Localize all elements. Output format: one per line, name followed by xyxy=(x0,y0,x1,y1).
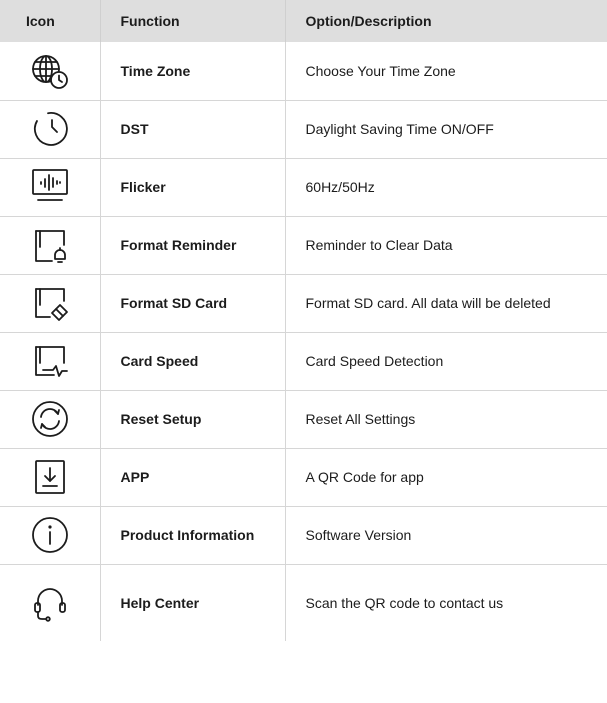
description-text: 60Hz/50Hz xyxy=(285,158,607,217)
description-text: Reset All Settings xyxy=(285,390,607,449)
sd-card-eraser-icon xyxy=(34,288,68,321)
function-label: DST xyxy=(100,100,286,159)
function-label: Time Zone xyxy=(100,42,286,101)
icon-cell xyxy=(0,274,101,333)
icon-cell xyxy=(0,564,101,641)
reset-arrows-icon xyxy=(31,401,68,437)
description-text: Reminder to Clear Data xyxy=(285,216,607,275)
icon-cell xyxy=(0,42,101,101)
function-label: APP xyxy=(100,448,286,507)
function-label: Flicker xyxy=(100,158,286,217)
header-row: Icon Function Option/Description xyxy=(0,0,607,42)
table-row: Card Speed Card Speed Detection xyxy=(0,332,607,391)
icon-cell xyxy=(0,390,101,449)
function-label: Card Speed xyxy=(100,332,286,391)
description-text: Software Version xyxy=(285,506,607,565)
table-row: Reset Setup Reset All Settings xyxy=(0,390,607,449)
description-text: Card Speed Detection xyxy=(285,332,607,391)
table-row: Flicker 60Hz/50Hz xyxy=(0,158,607,217)
settings-table: Icon Function Option/Description Time Zo xyxy=(0,0,607,641)
description-text: A QR Code for app xyxy=(285,448,607,507)
table-row: Time Zone Choose Your Time Zone xyxy=(0,42,607,101)
sd-card-pulse-icon xyxy=(34,346,68,377)
icon-cell xyxy=(0,506,101,565)
header-icon: Icon xyxy=(0,0,101,42)
table-header: Icon Function Option/Description xyxy=(0,0,607,42)
description-text: Daylight Saving Time ON/OFF xyxy=(285,100,607,159)
clock-icon xyxy=(33,112,68,146)
table-row: Help Center Scan the QR code to contact … xyxy=(0,564,607,641)
function-label: Reset Setup xyxy=(100,390,286,449)
download-icon xyxy=(34,460,65,494)
monitor-waveform-icon xyxy=(31,169,68,201)
description-text: Format SD card. All data will be deleted xyxy=(285,274,607,333)
icon-cell xyxy=(0,158,101,217)
headset-icon xyxy=(33,587,66,622)
function-label: Help Center xyxy=(100,564,286,641)
description-text: Scan the QR code to contact us xyxy=(305,594,504,611)
function-label: Product Information xyxy=(100,506,286,565)
info-icon xyxy=(31,517,68,553)
icon-cell xyxy=(0,216,101,275)
table-row: DST Daylight Saving Time ON/OFF xyxy=(0,100,607,159)
table-row: Format Reminder Reminder to Clear Data xyxy=(0,216,607,275)
function-label: Format Reminder xyxy=(100,216,286,275)
table-body: Time Zone Choose Your Time Zone DST Dayl… xyxy=(0,42,607,641)
header-function: Function xyxy=(100,0,286,42)
sd-card-bell-icon xyxy=(34,230,66,263)
table-row: Format SD Card Format SD card. All data … xyxy=(0,274,607,333)
icon-cell xyxy=(0,448,101,507)
table-row: APP A QR Code for app xyxy=(0,448,607,507)
function-label: Format SD Card xyxy=(100,274,286,333)
header-description: Option/Description xyxy=(305,13,432,29)
description-text: Choose Your Time Zone xyxy=(285,42,607,101)
icon-cell xyxy=(0,332,101,391)
icon-cell xyxy=(0,100,101,159)
globe-clock-icon xyxy=(31,54,68,89)
table-row: Product Information Software Version xyxy=(0,506,607,565)
